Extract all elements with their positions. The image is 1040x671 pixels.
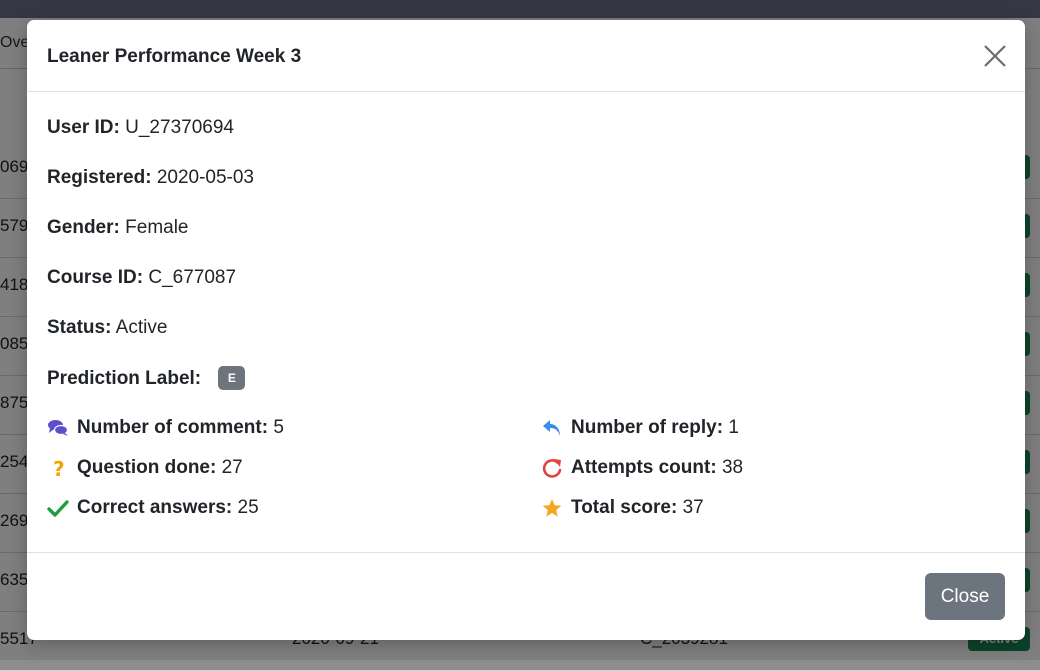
svg-text:?: ? — [53, 457, 65, 479]
field-value: U_27370694 — [125, 117, 234, 138]
field-value: Active — [115, 317, 168, 338]
stat-value: 27 — [221, 457, 243, 478]
close-icon[interactable] — [982, 43, 1008, 69]
reply-icon — [541, 417, 563, 439]
question-icon: ? — [47, 457, 69, 481]
field-label: User ID: — [47, 117, 120, 138]
field-label: Gender: — [47, 217, 120, 238]
field-label: Course ID: — [47, 267, 144, 288]
comments-icon — [47, 417, 69, 439]
status-field: Status: Active — [47, 317, 167, 339]
star-icon — [541, 497, 563, 519]
field-label: Prediction Label: — [47, 368, 202, 389]
modal-body: User ID: U_27370694 Registered: 2020-05-… — [47, 92, 1005, 552]
field-value: C_677087 — [148, 267, 237, 288]
field-label: Status: — [47, 317, 112, 338]
stat-label: Number of comment: — [77, 417, 269, 438]
stat-value: 1 — [728, 417, 739, 438]
course-id-field: Course ID: C_677087 — [47, 267, 236, 289]
redo-icon — [541, 457, 563, 479]
gender-field: Gender: Female — [47, 217, 189, 239]
learner-performance-modal: Leaner Performance Week 3 User ID: U_273… — [27, 20, 1025, 640]
field-label: Registered: — [47, 167, 152, 188]
close-button[interactable]: Close — [925, 573, 1005, 620]
stat-label: Attempts count: — [571, 457, 717, 478]
stat-label: Question done: — [77, 457, 217, 478]
prediction-badge: E — [218, 366, 246, 390]
modal-footer: Close — [27, 552, 1025, 641]
stat-label: Total score: — [571, 497, 678, 518]
check-icon — [47, 497, 69, 519]
stat-value: 37 — [682, 497, 704, 518]
stat-label: Correct answers: — [77, 497, 233, 518]
stat-label: Number of reply: — [571, 417, 724, 438]
stat-value: 5 — [273, 417, 284, 438]
prediction-label-field: Prediction Label: E — [47, 366, 246, 390]
stat-value: 25 — [237, 497, 259, 518]
user-id-field: User ID: U_27370694 — [47, 117, 234, 139]
registered-field: Registered: 2020-05-03 — [47, 167, 254, 189]
stat-value: 38 — [721, 457, 744, 478]
modal-header: Leaner Performance Week 3 — [27, 20, 1025, 92]
modal-title: Leaner Performance Week 3 — [47, 46, 302, 67]
field-value: Female — [125, 217, 189, 238]
field-value: 2020-05-03 — [156, 167, 255, 188]
